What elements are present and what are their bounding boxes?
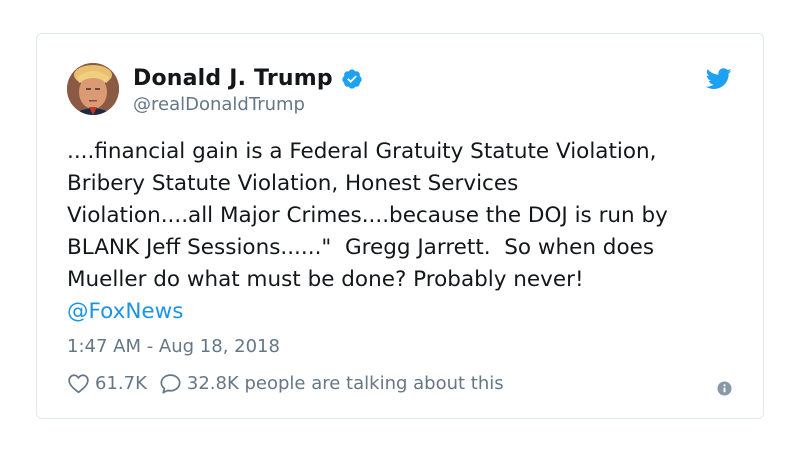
tweet-card[interactable]: Donald J. Trump @realDonaldTrump ....fin… <box>36 33 764 419</box>
like-button[interactable]: 61.7K <box>67 373 147 394</box>
info-icon[interactable] <box>717 381 732 396</box>
avatar[interactable] <box>67 63 119 115</box>
heart-icon <box>68 374 89 394</box>
speech-bubble-icon <box>160 374 181 394</box>
twitter-bird-icon[interactable] <box>706 68 732 90</box>
author-display-name[interactable]: Donald J. Trump <box>133 66 333 91</box>
author-name-row[interactable]: Donald J. Trump <box>133 66 363 91</box>
verified-badge-icon <box>342 68 362 89</box>
tweet-timestamp[interactable]: 1:47 AM - Aug 18, 2018 <box>67 336 280 357</box>
reply-button[interactable]: 32.8K people are talking about this <box>159 373 504 394</box>
author-handle[interactable]: @realDonaldTrump <box>133 94 305 115</box>
mention-link[interactable]: @FoxNews <box>67 296 183 328</box>
tweet-text: ....financial gain is a Federal Gratuity… <box>67 139 668 292</box>
like-count: 61.7K <box>95 373 147 394</box>
tweet-actions: 61.7K 32.8K people are talking about thi… <box>67 373 516 394</box>
reply-count: 32.8K people are talking about this <box>186 373 504 394</box>
